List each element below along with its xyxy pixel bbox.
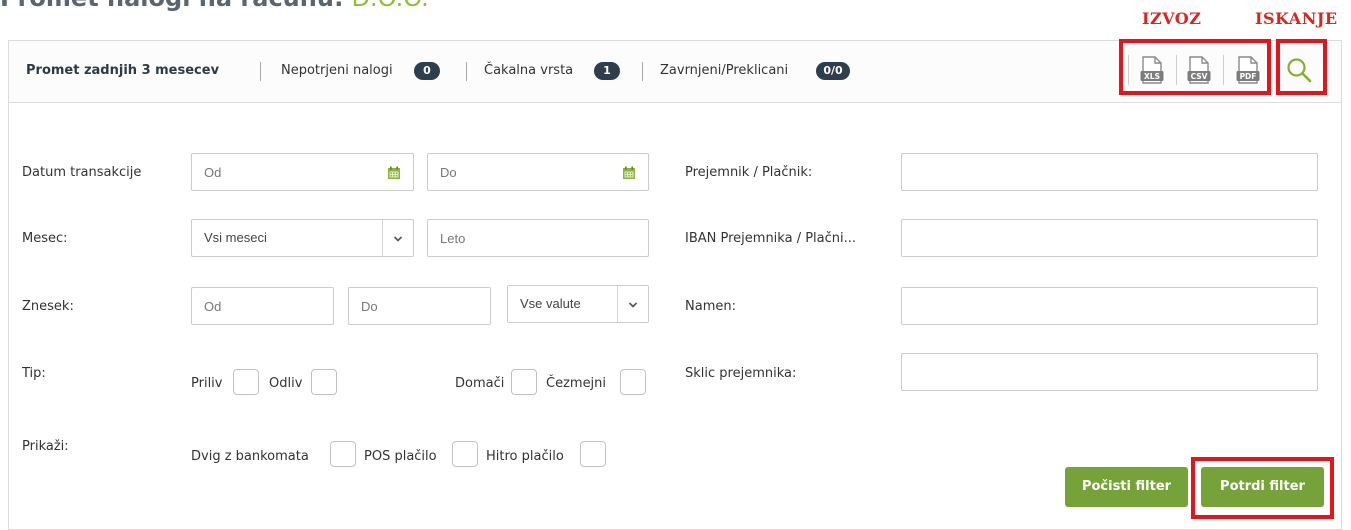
date-to-input[interactable] — [427, 153, 649, 191]
currency-select-value: Vse valute — [520, 296, 581, 311]
month-label: Mesec: — [22, 231, 68, 246]
tab-rejected-cancelled[interactable]: Zavrnjeni/Preklicani — [660, 63, 788, 78]
tab-unconfirmed-orders[interactable]: Nepotrjeni nalogi — [281, 63, 393, 78]
rejected-count-badge: 0/0 — [816, 62, 850, 80]
page-title-text: Promet nalogi na računu: — [0, 0, 344, 12]
type-crossborder-checkbox[interactable] — [620, 369, 646, 395]
show-atm-label: Dvig z bankomata — [191, 449, 309, 464]
show-instant-label: Hitro plačilo — [486, 449, 564, 464]
type-outflow-checkbox[interactable] — [311, 369, 337, 395]
iban-label: IBAN Prejemnika / Plačni... — [685, 231, 857, 246]
purpose-label: Namen: — [685, 299, 736, 314]
amount-label: Znesek: — [22, 299, 74, 314]
type-inflow-label: Priliv — [191, 376, 223, 391]
date-from-input[interactable] — [191, 153, 414, 191]
calendar-icon[interactable] — [622, 166, 636, 180]
tab-queue[interactable]: Čakalna vrsta — [484, 63, 573, 78]
tab-separator — [466, 62, 467, 81]
show-atm-checkbox[interactable] — [330, 441, 356, 467]
currency-select[interactable]: Vse valute — [507, 285, 649, 323]
show-instant-checkbox[interactable] — [580, 441, 606, 467]
type-crossborder-label: Čezmejni — [546, 376, 607, 391]
show-label: Prikaži: — [22, 439, 69, 454]
amount-from-input[interactable] — [191, 287, 334, 325]
company-name: D.O.O. — [352, 0, 429, 12]
unconfirmed-count-badge: 0 — [414, 62, 440, 80]
search-highlight-box — [1276, 39, 1327, 95]
reference-label: Sklic prejemnika: — [685, 366, 797, 381]
year-input[interactable] — [427, 219, 649, 257]
select-divider — [382, 220, 383, 256]
tab-separator — [642, 62, 643, 81]
payee-label: Prejemnik / Plačnik: — [685, 165, 813, 180]
tab-separator — [260, 62, 261, 81]
show-pos-checkbox[interactable] — [452, 441, 478, 467]
export-highlight-box — [1119, 39, 1271, 95]
chevron-down-icon — [393, 236, 403, 242]
clear-filter-button[interactable]: Počisti filter — [1065, 467, 1188, 507]
calendar-icon[interactable] — [387, 166, 401, 180]
tab-recent-transactions[interactable]: Promet zadnjih 3 mesecev — [26, 63, 219, 78]
type-inflow-checkbox[interactable] — [233, 369, 259, 395]
export-annotation: IZVOZ — [1142, 9, 1202, 28]
type-domestic-checkbox[interactable] — [511, 369, 537, 395]
reference-input[interactable] — [901, 353, 1318, 391]
search-annotation: ISKANJE — [1255, 9, 1338, 28]
month-select[interactable]: Vsi meseci — [191, 219, 414, 257]
amount-to-input[interactable] — [348, 287, 491, 325]
iban-input[interactable] — [901, 219, 1318, 257]
payee-input[interactable] — [901, 153, 1318, 191]
purpose-input[interactable] — [901, 287, 1318, 325]
month-select-value: Vsi meseci — [204, 230, 267, 245]
queue-count-badge: 1 — [594, 62, 620, 80]
confirm-highlight-box — [1191, 457, 1334, 519]
date-label: Datum transakcije — [22, 165, 142, 180]
type-label: Tip: — [22, 366, 46, 381]
chevron-down-icon — [628, 302, 638, 308]
show-pos-label: POS plačilo — [364, 449, 437, 464]
type-domestic-label: Domači — [455, 376, 505, 391]
type-outflow-label: Odliv — [269, 376, 303, 391]
page-title: Promet nalogi na računu: D.O.O. — [0, 0, 429, 12]
select-divider — [617, 286, 618, 322]
